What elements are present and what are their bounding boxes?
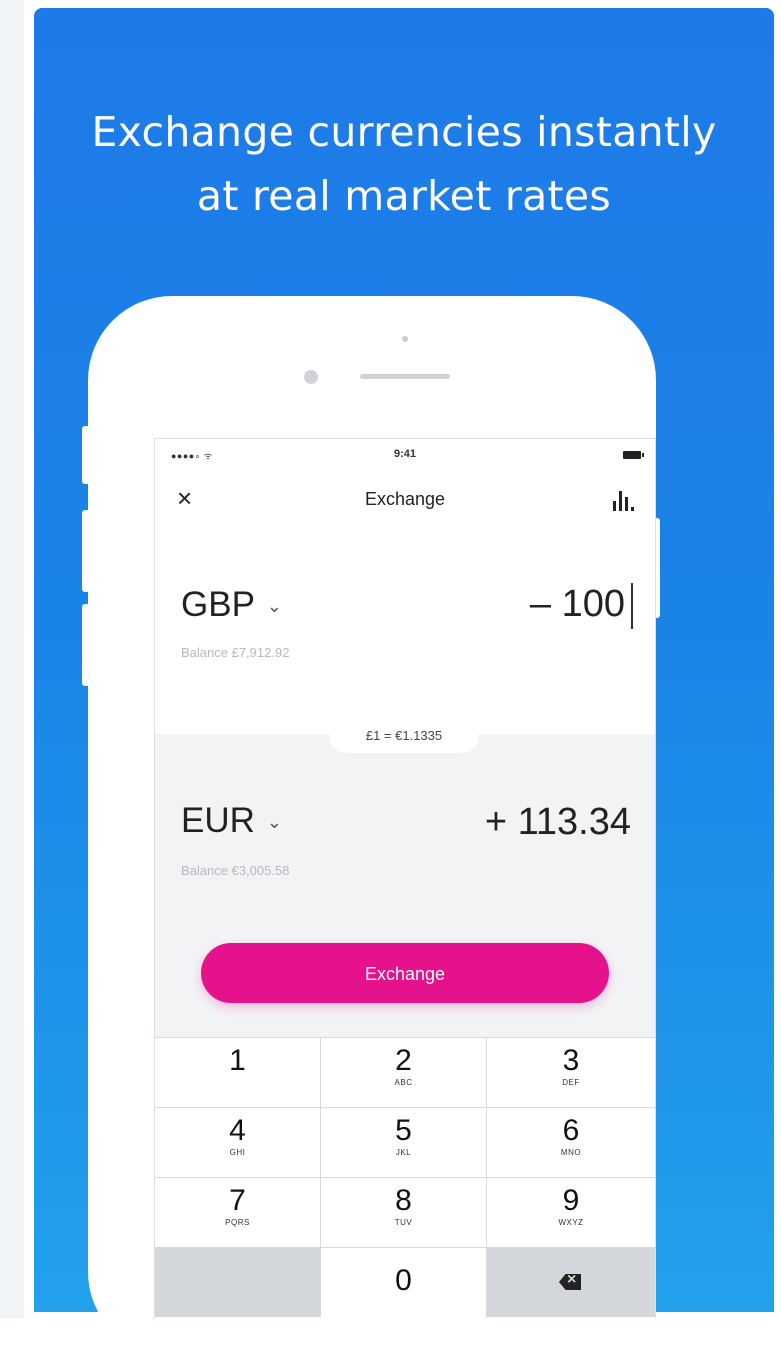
numeric-keypad: 1 2 ABC 3 DEF 4 GHI 5 JKL 6 MNO 7 PQRS 8 TUV 9W… xyxy=(155,1037,655,1319)
key-digit: 8 xyxy=(395,1184,412,1217)
headline-line-1: Exchange currencies instantly xyxy=(91,108,717,156)
key-2[interactable]: 2 ABC xyxy=(321,1037,487,1107)
key-letters: WXYZ xyxy=(558,1218,584,1227)
battery-icon xyxy=(623,451,644,459)
key-digit: 1 xyxy=(229,1044,246,1077)
left-margin-strip xyxy=(0,0,24,1318)
key-4[interactable]: 4 GHI xyxy=(155,1107,321,1177)
key-letters: TUV xyxy=(394,1218,413,1227)
phone-front-camera xyxy=(304,370,318,384)
phone-sensor-dot xyxy=(402,336,408,342)
key-5[interactable]: 5 JKL xyxy=(321,1107,487,1177)
key-digit: 0 xyxy=(395,1264,412,1297)
key-0[interactable]: 0 xyxy=(321,1247,487,1317)
to-currency-code: EUR xyxy=(181,801,255,840)
key-8[interactable]: 8 TUV xyxy=(321,1177,487,1247)
phone-speaker xyxy=(360,374,450,379)
key-digit: 6 xyxy=(562,1114,580,1147)
status-bar: ●●●●∘ ᯤ 9:41 xyxy=(155,439,655,469)
status-time: 9:41 xyxy=(393,448,417,460)
text-cursor xyxy=(631,583,633,629)
key-digit: 4 xyxy=(229,1114,246,1147)
bar-chart-icon[interactable] xyxy=(609,487,635,511)
app-screen: ●●●●∘ ᯤ 9:41 × Exchange GBP ⌄ – 100 Balan… xyxy=(154,438,656,1319)
key-1[interactable]: 1 xyxy=(155,1037,321,1107)
key-digit: 2 xyxy=(395,1044,412,1077)
to-currency-selector[interactable]: EUR ⌄ xyxy=(181,801,282,841)
key-7[interactable]: 7 PQRS xyxy=(155,1177,321,1247)
key-digit: 3 xyxy=(562,1044,580,1077)
exchange-rate-badge: £1 = €1.1335 xyxy=(329,719,479,753)
key-6[interactable]: 6 MNO xyxy=(487,1107,655,1177)
key-letters: DEF xyxy=(562,1078,580,1087)
from-amount-input[interactable]: – 100 xyxy=(530,583,625,626)
key-blank xyxy=(155,1247,321,1317)
key-letters: MNO xyxy=(560,1148,582,1157)
key-9[interactable]: 9 WXYZ xyxy=(487,1177,655,1247)
page-title: Exchange xyxy=(364,489,446,509)
key-letters: PQRS xyxy=(225,1218,250,1227)
key-digit: 7 xyxy=(229,1184,246,1217)
to-balance: Balance €3,005.58 xyxy=(181,863,290,878)
headline-line-2: at real market rates xyxy=(196,172,612,220)
from-balance: Balance £7,912.92 xyxy=(181,645,290,660)
from-currency-selector[interactable]: GBP ⌄ xyxy=(181,585,282,625)
exchange-button[interactable]: Exchange xyxy=(201,943,609,1003)
key-letters: ABC xyxy=(394,1078,413,1087)
chevron-down-icon: ⌄ xyxy=(266,812,282,833)
to-amount-field[interactable]: + 113.34 xyxy=(485,801,631,844)
key-digit: 9 xyxy=(562,1184,580,1217)
from-currency-code: GBP xyxy=(181,585,255,624)
chevron-down-icon: ⌄ xyxy=(266,596,283,617)
key-letters: JKL xyxy=(395,1148,412,1157)
key-digit: 5 xyxy=(395,1114,412,1147)
backspace-key[interactable] xyxy=(487,1247,655,1317)
key-3[interactable]: 3 DEF xyxy=(487,1037,655,1107)
backspace-icon xyxy=(559,1274,581,1290)
key-letters: GHI xyxy=(229,1148,246,1157)
